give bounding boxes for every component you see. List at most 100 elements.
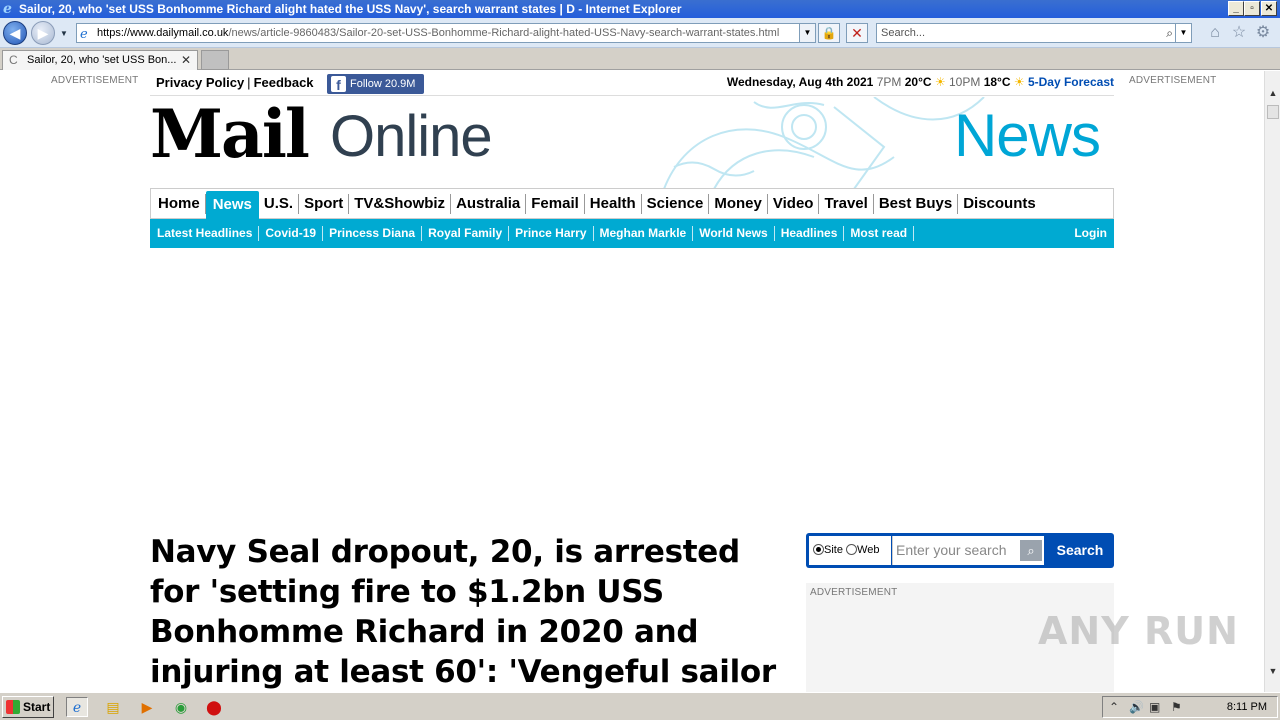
- address-toolbar: ◀ ▶ ▼ e https://www.dailymail.co.uk/news…: [0, 18, 1280, 48]
- radio-web-label: Web: [857, 544, 880, 556]
- favorites-star-icon[interactable]: ☆: [1230, 24, 1248, 42]
- article-headline: Navy Seal dropout, 20, is arrested for '…: [150, 534, 776, 690]
- address-dropdown-icon[interactable]: ▼: [799, 24, 815, 42]
- forward-button[interactable]: ▶: [31, 21, 55, 45]
- scroll-down-icon[interactable]: ▼: [1265, 663, 1280, 679]
- sub-nav-item-world-news[interactable]: World News: [693, 226, 775, 241]
- main-nav-item-travel[interactable]: Travel: [819, 193, 874, 214]
- home-icon[interactable]: ⌂: [1206, 24, 1224, 42]
- weather-temp-2: 18°C: [983, 75, 1011, 89]
- main-nav-item-sport[interactable]: Sport: [299, 193, 350, 214]
- address-bar[interactable]: e https://www.dailymail.co.uk/news/artic…: [76, 23, 816, 43]
- web-page: ADVERTISEMENT ADVERTISEMENT Privacy Poli…: [0, 71, 1264, 692]
- feedback-link[interactable]: Feedback: [254, 75, 314, 90]
- sun-icon: ☀: [934, 75, 946, 89]
- back-button[interactable]: ◀: [3, 21, 27, 45]
- main-nav-item-u-s[interactable]: U.S.: [259, 193, 300, 214]
- sub-nav-item-most-read[interactable]: Most read: [844, 226, 915, 241]
- site-search-form: Site Web Enter your search ⌕ Search: [806, 533, 1114, 568]
- sub-nav-item-princess-diana[interactable]: Princess Diana: [323, 226, 423, 241]
- sub-nav-item-meghan-markle[interactable]: Meghan Markle: [594, 226, 694, 241]
- sub-nav-item-headlines[interactable]: Headlines: [775, 226, 845, 241]
- ad-label-left: ADVERTISEMENT: [51, 75, 139, 86]
- stop-button[interactable]: ✕: [846, 23, 868, 43]
- taskbar-media-player-icon[interactable]: ▶: [136, 697, 158, 717]
- taskbar-clock[interactable]: 8:11 PM: [1227, 697, 1267, 717]
- vertical-scrollbar[interactable]: ▲ ▼: [1264, 71, 1280, 692]
- loading-icon: C: [9, 53, 18, 67]
- five-day-forecast-link[interactable]: 5-Day Forecast: [1028, 75, 1114, 89]
- top-links: Privacy Policy | Feedback: [156, 75, 314, 90]
- taskbar-chrome-icon[interactable]: ◉: [170, 697, 192, 717]
- ad-label-right: ADVERTISEMENT: [1129, 75, 1217, 86]
- search-dropdown-icon[interactable]: ▼: [1175, 24, 1191, 42]
- main-nav-item-best-buys[interactable]: Best Buys: [874, 193, 959, 214]
- masthead: Mail Online News: [150, 97, 1114, 189]
- main-nav-item-discounts[interactable]: Discounts: [958, 194, 1041, 214]
- taskbar: Start e ▤ ▶ ◉ ⬤ ⌃ 🔊 ▣ ⚑ 8:11 PM: [0, 692, 1280, 720]
- radio-web[interactable]: [846, 544, 858, 555]
- action-center-flag-icon[interactable]: ⚑: [1171, 697, 1182, 717]
- sub-nav-item-latest-headlines[interactable]: Latest Headlines: [151, 226, 260, 241]
- weather-temp-1: 20°C: [904, 75, 932, 89]
- weather-bar: Wednesday, Aug 4th 2021 7PM 20°C ☀ 10PM …: [727, 75, 1114, 89]
- main-nav-item-video[interactable]: Video: [768, 193, 820, 214]
- main-nav-item-health[interactable]: Health: [585, 193, 642, 214]
- start-label: Start: [23, 700, 51, 714]
- history-dropdown-icon[interactable]: ▼: [60, 29, 68, 38]
- browser-search-placeholder: Search...: [881, 27, 926, 39]
- privacy-policy-link[interactable]: Privacy Policy: [156, 75, 244, 90]
- weather-time-2: 10PM: [948, 75, 981, 89]
- tab-label: Sailor, 20, who 'set USS Bon...: [27, 54, 177, 66]
- url-host: https://www.dailymail.co.uk: [97, 27, 229, 39]
- close-tab-icon[interactable]: ✕: [181, 51, 191, 69]
- internet-explorer-icon: e: [3, 1, 12, 17]
- tray-expand-icon[interactable]: ⌃: [1109, 697, 1119, 717]
- facebook-follow-button[interactable]: f Follow 20.9M: [327, 74, 424, 94]
- settings-gear-icon[interactable]: ⚙: [1254, 24, 1272, 42]
- main-nav-item-tv-showbiz[interactable]: TV&Showbiz: [349, 193, 452, 214]
- minimize-button[interactable]: _: [1228, 1, 1244, 16]
- main-nav-item-home[interactable]: Home: [153, 193, 206, 214]
- volume-icon[interactable]: 🔊: [1129, 697, 1144, 717]
- main-nav-item-femail[interactable]: Femail: [526, 193, 585, 214]
- tab-article[interactable]: C Sailor, 20, who 'set USS Bon... ✕: [2, 50, 198, 70]
- online-logo[interactable]: Online: [330, 105, 493, 169]
- window-titlebar: e Sailor, 20, who 'set USS Bonhomme Rich…: [0, 0, 1280, 18]
- mail-logo[interactable]: Mail: [150, 99, 310, 169]
- sub-nav-item-covid-19[interactable]: Covid-19: [259, 226, 324, 241]
- maximize-button[interactable]: ▫: [1244, 1, 1260, 16]
- weather-time-1: 7PM: [876, 75, 902, 89]
- radio-site-label: Site: [824, 544, 843, 556]
- taskbar-explorer-icon[interactable]: ▤: [102, 697, 124, 717]
- scroll-up-icon[interactable]: ▲: [1265, 85, 1280, 101]
- new-tab-button[interactable]: [201, 50, 229, 70]
- radio-site[interactable]: [813, 544, 824, 555]
- search-icon[interactable]: ⌕: [1166, 24, 1173, 42]
- site-search-button[interactable]: Search: [1046, 533, 1114, 568]
- main-nav-item-australia[interactable]: Australia: [451, 193, 527, 214]
- magnifier-icon[interactable]: ⌕: [1020, 540, 1042, 561]
- taskbar-ie-icon[interactable]: e: [66, 697, 88, 717]
- close-window-button[interactable]: ✕: [1261, 1, 1277, 16]
- main-nav-item-money[interactable]: Money: [709, 193, 768, 214]
- main-nav-item-science[interactable]: Science: [642, 193, 710, 214]
- main-nav: Home News U.S. Sport TV&Showbiz Australia Fema…: [150, 188, 1114, 219]
- start-button[interactable]: Start: [2, 696, 54, 718]
- browser-search-input[interactable]: Search... ⌕ ▼: [876, 23, 1192, 43]
- tab-bar: C Sailor, 20, who 'set USS Bon... ✕: [0, 48, 1280, 70]
- section-title: News: [953, 102, 1101, 169]
- page-favicon-icon: e: [80, 27, 88, 42]
- taskbar-opera-icon[interactable]: ⬤: [203, 697, 225, 717]
- window-title: Sailor, 20, who 'set USS Bonhomme Richar…: [19, 2, 682, 16]
- network-icon[interactable]: ▣: [1149, 697, 1160, 717]
- sun-icon: ☀: [1013, 75, 1025, 89]
- sub-nav-item-royal-family[interactable]: Royal Family: [422, 226, 510, 241]
- sub-nav: Latest Headlines Covid-19 Princess Diana Ro…: [150, 219, 1114, 248]
- lock-icon[interactable]: 🔒: [818, 23, 840, 43]
- scroll-thumb[interactable]: [1267, 105, 1279, 119]
- login-link[interactable]: Login: [1074, 226, 1107, 240]
- sub-nav-item-prince-harry[interactable]: Prince Harry: [509, 226, 594, 241]
- main-nav-item-news[interactable]: News: [205, 191, 259, 219]
- search-scope: Site Web: [809, 536, 891, 565]
